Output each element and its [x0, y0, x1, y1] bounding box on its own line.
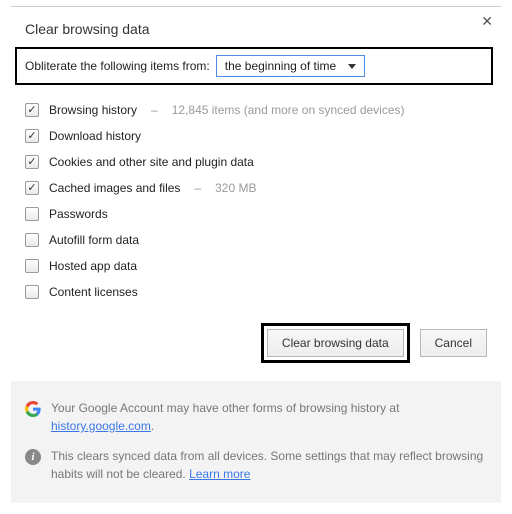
time-range-label: Obliterate the following items from:: [25, 59, 210, 73]
option-label: Hosted app data: [49, 259, 137, 273]
option-meta: 320 MB: [215, 181, 256, 195]
checkbox[interactable]: [25, 233, 39, 247]
option-label: Cached images and files: [49, 181, 180, 195]
learn-more-link[interactable]: Learn more: [189, 467, 250, 481]
time-range-value: the beginning of time: [225, 59, 336, 73]
option-row: Cookies and other site and plugin data: [25, 149, 487, 175]
checkbox[interactable]: [25, 259, 39, 273]
option-row: Autofill form data: [25, 227, 487, 253]
checkbox[interactable]: [25, 285, 39, 299]
option-label: Browsing history: [49, 103, 137, 117]
dialog-footer: Your Google Account may have other forms…: [11, 381, 501, 503]
checkbox[interactable]: [25, 129, 39, 143]
separator: –: [151, 103, 158, 117]
checkbox[interactable]: [25, 103, 39, 117]
footer-sync-text: This clears synced data from all devices…: [51, 447, 487, 483]
checkbox[interactable]: [25, 207, 39, 221]
footer-account-row: Your Google Account may have other forms…: [25, 393, 487, 441]
option-row: Browsing history–12,845 items (and more …: [25, 97, 487, 123]
option-row: Cached images and files–320 MB: [25, 175, 487, 201]
option-label: Cookies and other site and plugin data: [49, 155, 254, 169]
google-logo-icon: [25, 401, 41, 417]
cancel-button[interactable]: Cancel: [420, 329, 487, 357]
info-icon: i: [25, 449, 41, 465]
time-range-select[interactable]: the beginning of time: [216, 55, 365, 77]
footer-sync-row: i This clears synced data from all devic…: [25, 441, 487, 489]
dialog-title: Clear browsing data: [11, 7, 501, 47]
option-row: Content licenses: [25, 279, 487, 305]
clear-browsing-data-button[interactable]: Clear browsing data: [267, 329, 404, 357]
option-label: Download history: [49, 129, 141, 143]
footer-account-text: Your Google Account may have other forms…: [51, 399, 487, 435]
clear-browsing-data-dialog: ✕ Clear browsing data Obliterate the fol…: [11, 6, 501, 505]
options-list: Browsing history–12,845 items (and more …: [11, 85, 501, 309]
separator: –: [194, 181, 201, 195]
close-icon[interactable]: ✕: [481, 13, 493, 30]
checkbox[interactable]: [25, 155, 39, 169]
history-link[interactable]: history.google.com: [51, 419, 151, 433]
checkbox[interactable]: [25, 181, 39, 195]
clear-button-highlight: Clear browsing data: [261, 323, 410, 363]
option-label: Content licenses: [49, 285, 138, 299]
option-label: Autofill form data: [49, 233, 139, 247]
option-row: Hosted app data: [25, 253, 487, 279]
time-range-row: Obliterate the following items from: the…: [15, 47, 493, 85]
option-label: Passwords: [49, 207, 108, 221]
dialog-buttons: Clear browsing data Cancel: [11, 309, 501, 381]
option-row: Passwords: [25, 201, 487, 227]
chevron-down-icon: [348, 64, 356, 69]
option-row: Download history: [25, 123, 487, 149]
option-meta: 12,845 items (and more on synced devices…: [172, 103, 405, 117]
